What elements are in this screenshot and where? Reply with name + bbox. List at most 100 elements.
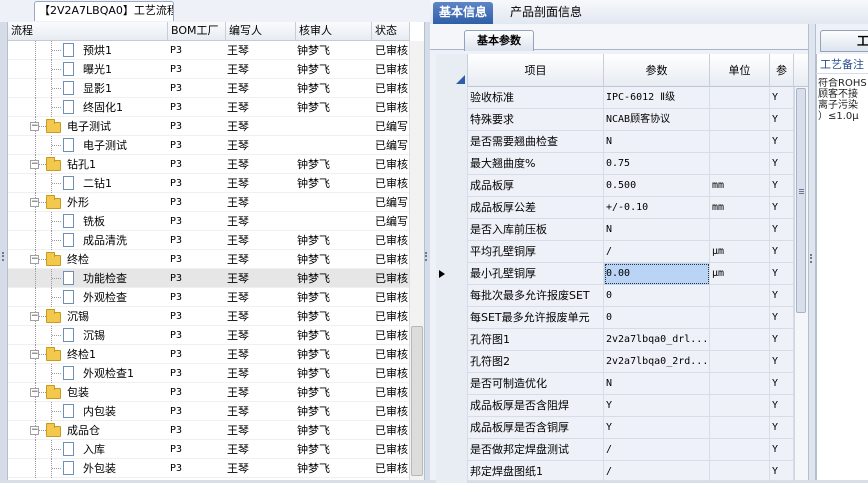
row-indicator[interactable] [436,175,468,197]
row-indicator[interactable] [436,109,468,131]
tab-process-flow[interactable]: 【2V2A7LBQA0】工艺流程 [34,1,174,21]
param-cell[interactable]: 2v2a7lbqa0_drl... [604,329,710,351]
tree-row[interactable]: 内包装 P3 王琴 钟梦飞 已审核 [8,402,409,421]
param-cell[interactable]: 0.500 [604,175,710,197]
tree-row[interactable]: 曝光1 P3 王琴 钟梦飞 已审核 [8,60,409,79]
collapse-toggle-icon[interactable]: − [30,350,39,359]
column-header-flag[interactable]: 参 [770,54,794,87]
collapse-toggle-icon[interactable]: − [30,312,39,321]
param-row[interactable]: 最大翘曲度% 0.75 Y [436,153,794,175]
tree-row[interactable]: 沉锡 P3 王琴 钟梦飞 已审核 [8,326,409,345]
collapse-toggle-icon[interactable]: − [30,198,39,207]
param-row[interactable]: 是否做邦定焊盘测试 / Y [436,439,794,461]
row-indicator[interactable] [436,395,468,417]
left-splitter[interactable] [0,22,8,480]
param-row[interactable]: 每批次最多允许报废SET 0 Y [436,285,794,307]
collapse-toggle-icon[interactable]: − [30,122,39,131]
tab-basic-params[interactable]: 基本参数 [464,30,534,51]
tree-row[interactable]: 终固化1 P3 王琴 钟梦飞 已审核 [8,98,409,117]
tab-product-profile[interactable]: 产品剖面信息 [504,2,588,24]
param-cell[interactable]: N [604,131,710,153]
param-row[interactable]: 是否可制造优化 N Y [436,373,794,395]
column-header-unit[interactable]: 单位 [710,54,770,87]
column-header-bom[interactable]: BOM工厂 [168,22,226,41]
tree-folder-row[interactable]: − 钻孔1 P3 王琴 钟梦飞 已审核 [8,155,409,174]
param-cell[interactable]: N [604,373,710,395]
param-row[interactable]: 是否入库前压板 N Y [436,219,794,241]
row-indicator[interactable] [436,329,468,351]
grid-corner[interactable] [436,54,468,87]
param-cell[interactable]: Y [604,417,710,439]
row-indicator[interactable] [436,351,468,373]
param-row[interactable]: 最小孔壁铜厚 0.00 μm Y [436,263,794,285]
column-header-status[interactable]: 状态 [372,22,410,41]
tree-folder-row[interactable]: − 外形 P3 王琴 已编写 [8,193,409,212]
param-row[interactable]: 成品板厚 0.500 mm Y [436,175,794,197]
param-cell[interactable]: NCAB顾客协议 [604,109,710,131]
tree-row[interactable]: 功能检查 P3 王琴 钟梦飞 已审核 [8,269,409,288]
row-indicator[interactable] [436,131,468,153]
tree-row[interactable]: 电子测试 P3 王琴 已编写 [8,136,409,155]
param-cell[interactable]: 0 [604,285,710,307]
param-row[interactable]: 特殊要求 NCAB顾客协议 Y [436,109,794,131]
column-header-flow[interactable]: 流程 [8,22,168,41]
tree-scroll-thumb[interactable] [411,326,423,476]
tree-folder-row[interactable]: − 包装 P3 王琴 钟梦飞 已审核 [8,383,409,402]
row-indicator[interactable] [436,373,468,395]
param-cell[interactable]: 2v2a7lbqa0_2rd... [604,351,710,373]
tree-folder-row[interactable]: − 终检1 P3 王琴 钟梦飞 已审核 [8,345,409,364]
tree-folder-row[interactable]: − 终检 P3 王琴 钟梦飞 已审核 [8,250,409,269]
column-header-reviewer[interactable]: 核审人 [296,22,372,41]
tab-basic-info[interactable]: 基本信息 [433,2,494,24]
param-cell[interactable]: 0.75 [604,153,710,175]
param-cell[interactable]: Y [604,395,710,417]
tree-folder-row[interactable]: − 沉锡 P3 王琴 钟梦飞 已审核 [8,307,409,326]
param-row[interactable]: 是否需要翘曲检查 N Y [436,131,794,153]
tree-row[interactable]: 外包装 P3 王琴 钟梦飞 已审核 [8,459,409,478]
param-row[interactable]: 成品板厚是否含阻焊 Y Y [436,395,794,417]
param-row[interactable]: 孔符图1 2v2a7lbqa0_drl... Y [436,329,794,351]
collapse-toggle-icon[interactable]: − [30,160,39,169]
param-row[interactable]: 孔符图2 2v2a7lbqa0_2rd... Y [436,351,794,373]
param-row[interactable]: 成品板厚是否含铜厚 Y Y [436,417,794,439]
tree-folder-row[interactable]: − 电子测试 P3 王琴 已编写 [8,117,409,136]
param-cell[interactable]: 0.00 [604,263,710,285]
row-indicator[interactable] [436,87,468,109]
param-row[interactable]: 每SET最多允许报废单元 0 Y [436,307,794,329]
grid-scroll-thumb[interactable] [796,88,806,313]
right-splitter[interactable] [808,24,816,480]
param-cell[interactable]: 0 [604,307,710,329]
tree-folder-row[interactable]: − 成品仓 P3 王琴 钟梦飞 已审核 [8,421,409,440]
param-cell[interactable]: +/-0.10 [604,197,710,219]
tree-row[interactable]: 显影1 P3 王琴 钟梦飞 已审核 [8,79,409,98]
tree-row[interactable]: 外观检查1 P3 王琴 钟梦飞 已审核 [8,364,409,383]
row-indicator[interactable] [436,285,468,307]
tree-row[interactable]: 入库 P3 王琴 钟梦飞 已审核 [8,440,409,459]
row-indicator[interactable] [436,439,468,461]
row-indicator[interactable] [436,153,468,175]
column-header-param[interactable]: 参数 [604,54,710,87]
param-cell[interactable]: / [604,241,710,263]
row-indicator[interactable] [436,307,468,329]
param-row[interactable]: 验收标准 IPC-6012 Ⅱ级 Y [436,87,794,109]
row-indicator[interactable] [436,197,468,219]
param-row[interactable]: 成品板厚公差 +/-0.10 mm Y [436,197,794,219]
param-cell[interactable]: N [604,219,710,241]
param-cell[interactable]: / [604,439,710,461]
row-indicator[interactable] [436,417,468,439]
tree-row[interactable]: 铣板 P3 王琴 已编写 [8,212,409,231]
tree-row[interactable]: 二钻1 P3 王琴 钟梦飞 已审核 [8,174,409,193]
collapse-toggle-icon[interactable]: − [30,388,39,397]
tab-process-notes[interactable]: 工艺 [820,30,868,68]
param-cell[interactable]: IPC-6012 Ⅱ级 [604,87,710,109]
tree-vertical-scrollbar[interactable] [409,41,424,480]
collapse-toggle-icon[interactable]: − [30,426,39,435]
collapse-toggle-icon[interactable]: − [30,255,39,264]
tree-row[interactable]: 外观检查 P3 王琴 钟梦飞 已审核 [8,288,409,307]
column-header-item[interactable]: 项目 [468,54,604,87]
param-row[interactable]: 平均孔壁铜厚 / μm Y [436,241,794,263]
column-header-author[interactable]: 编写人 [226,22,296,41]
row-indicator[interactable] [436,219,468,241]
tree-row[interactable]: 预烘1 P3 王琴 钟梦飞 已审核 [8,41,409,60]
row-indicator[interactable] [436,263,468,285]
